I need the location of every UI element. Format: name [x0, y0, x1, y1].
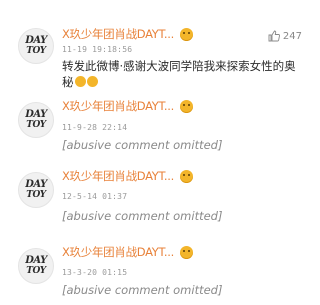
like-count: 247 [282, 30, 302, 42]
comment-header: X玖少年团肖战DAYT... [62, 26, 193, 42]
username[interactable]: X玖少年团肖战DAYT... [62, 244, 174, 260]
comment-text: [abusive comment omitted] [62, 209, 223, 223]
comment-text: [abusive comment omitted] [62, 138, 223, 152]
comment-text: [abusive comment omitted] [62, 283, 223, 297]
timestamp: 11-19 19:18:56 [62, 45, 133, 54]
avatar[interactable]: DAY TOY [18, 248, 54, 284]
comment-header: X玖少年团肖战DAYT... [62, 244, 193, 260]
avatar[interactable]: DAY TOY [18, 102, 54, 138]
avatar[interactable]: DAY TOY [18, 28, 54, 64]
badge-icon [179, 169, 193, 183]
timestamp: 11-9-28 22:14 [62, 123, 128, 132]
like-button[interactable]: 247 [268, 30, 302, 42]
badge-icon [179, 99, 193, 113]
emoji-icon [74, 76, 86, 87]
username[interactable]: X玖少年团肖战DAYT... [62, 98, 174, 114]
avatar[interactable]: DAY TOY [18, 172, 54, 208]
comment-text: 转发此微博·感谢大波同学陪我来探索女性的奥秘 [62, 59, 296, 89]
thumbs-up-icon [268, 30, 280, 42]
timestamp: 12-5-14 01:37 [62, 192, 128, 201]
badge-icon [179, 245, 193, 259]
username[interactable]: X玖少年团肖战DAYT... [62, 26, 174, 42]
comment-header: X玖少年团肖战DAYT... [62, 98, 193, 114]
timestamp: 13-3-20 01:15 [62, 268, 128, 277]
emoji-icon [86, 76, 98, 87]
comment-header: X玖少年团肖战DAYT... [62, 168, 193, 184]
badge-icon [179, 27, 193, 41]
username[interactable]: X玖少年团肖战DAYT... [62, 168, 174, 184]
